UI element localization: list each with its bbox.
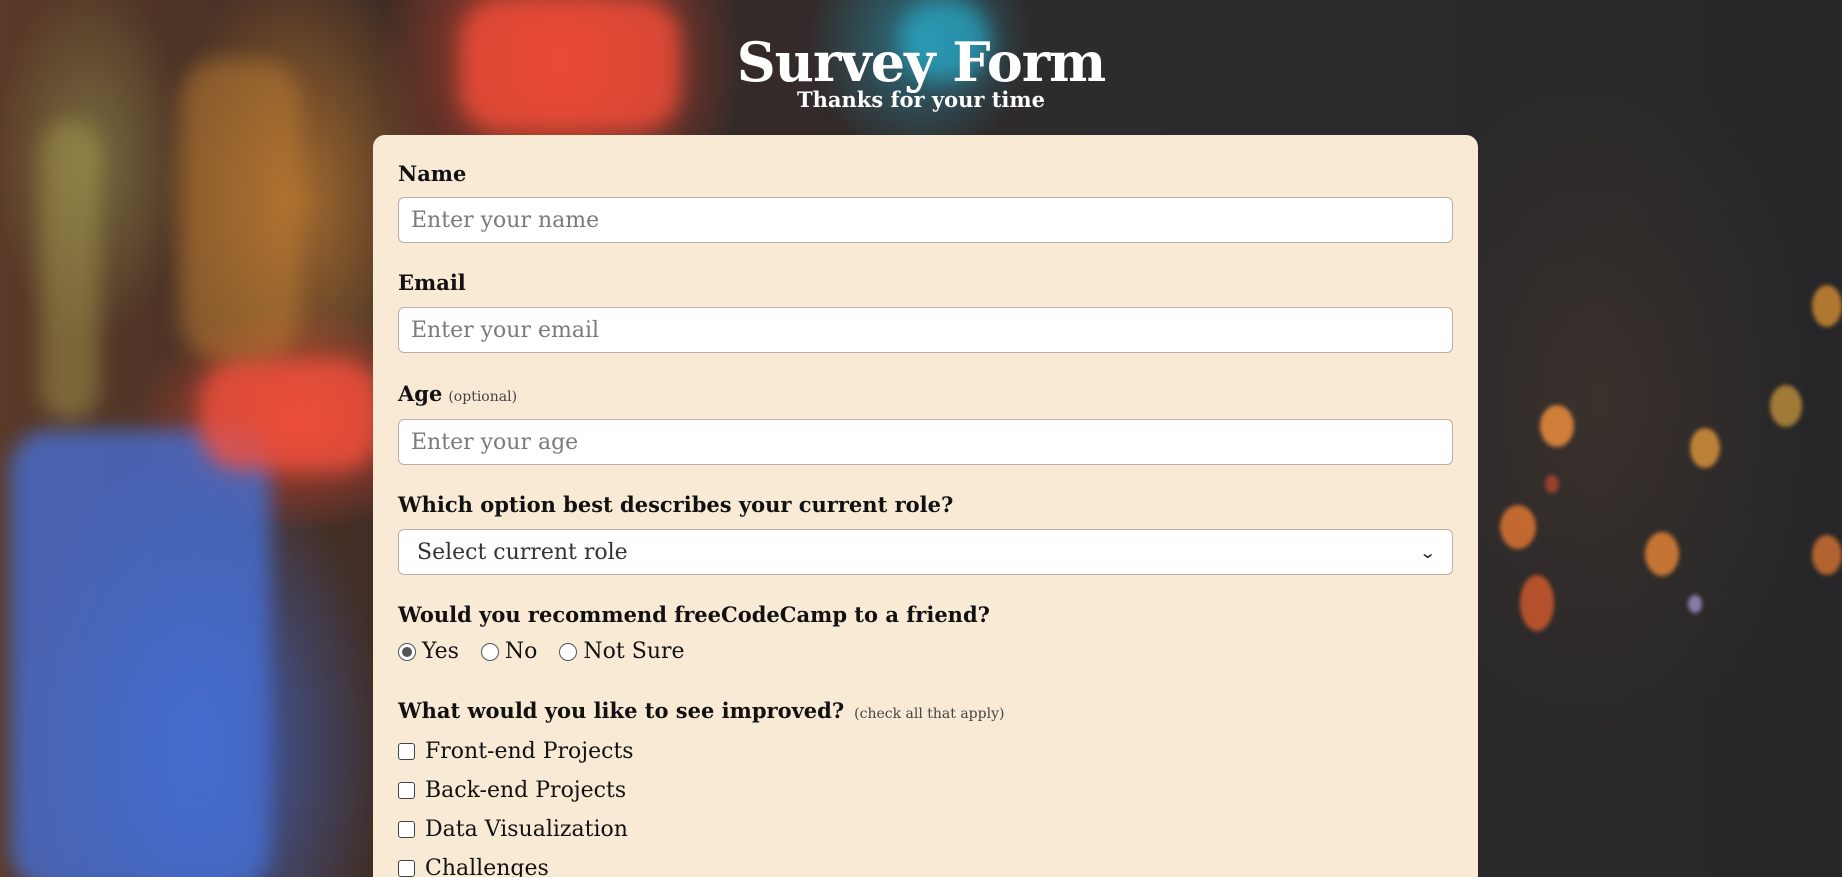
radio-option-not-sure[interactable]: Not Sure [559,639,685,664]
bokeh-light [1690,428,1720,468]
radio-label: Yes [422,639,459,664]
radio-option-no[interactable]: No [480,639,538,664]
checkbox[interactable] [398,860,415,877]
checkbox-option-challenges[interactable]: Challenges [398,856,549,877]
recommend-radio-group: Yes No Not Sure [398,639,707,664]
checkbox-label: Challenges [425,856,549,877]
email-label: Email [398,270,466,295]
age-input[interactable] [398,419,1453,465]
improve-hint: (check all that apply) [854,706,1005,722]
chevron-down-icon: ⌄ [1418,542,1437,562]
age-label: Age [398,381,443,406]
checkbox[interactable] [398,821,415,838]
bokeh-light [1520,575,1554,631]
checkbox-label: Data Visualization [425,817,628,842]
bokeh-light [1545,475,1559,493]
background-shape [10,430,270,877]
name-input[interactable] [398,197,1453,243]
bokeh-light [1540,405,1574,447]
radio-button[interactable] [398,642,416,661]
bokeh-light [1500,505,1536,549]
page-header: Survey Form Thanks for your time [0,0,1842,114]
bokeh-light [1688,595,1702,613]
background-shape [200,360,380,470]
recommend-label: Would you recommend freeCodeCamp to a fr… [398,602,990,627]
radio-button[interactable] [480,642,499,661]
bokeh-light [1770,385,1802,427]
page-title: Survey Form [736,30,1107,94]
page-subtitle: Thanks for your time [797,87,1045,112]
checkbox-option-data-visualization[interactable]: Data Visualization [398,817,628,842]
radio-label: No [504,639,538,664]
bokeh-light [1812,285,1842,327]
radio-label: Not Sure [583,639,685,664]
age-label-group: Age (optional) [398,381,517,406]
radio-option-yes[interactable]: Yes [398,639,459,664]
checkbox-label: Back-end Projects [425,778,627,803]
survey-form: Name Email Age (optional) Which option be… [373,135,1478,877]
email-input[interactable] [398,307,1453,353]
age-optional-hint: (optional) [448,389,518,405]
bokeh-light [1645,532,1679,576]
checkbox-label: Front-end Projects [425,739,634,764]
radio-button[interactable] [559,642,578,661]
name-label: Name [398,161,467,186]
improve-label: What would you like to see improved? [398,698,845,723]
bokeh-light [1812,535,1842,575]
role-label: Which option best describes your current… [398,492,954,517]
checkbox[interactable] [398,743,415,760]
checkbox-option-back-end[interactable]: Back-end Projects [398,778,626,803]
checkbox-option-front-end[interactable]: Front-end Projects [398,739,634,764]
improve-label-group: What would you like to see improved? (che… [398,698,1004,723]
role-select[interactable]: Select current role ⌄ [398,529,1453,575]
background-shape [40,120,100,420]
checkbox[interactable] [398,782,415,799]
role-select-value: Select current role [417,539,628,565]
